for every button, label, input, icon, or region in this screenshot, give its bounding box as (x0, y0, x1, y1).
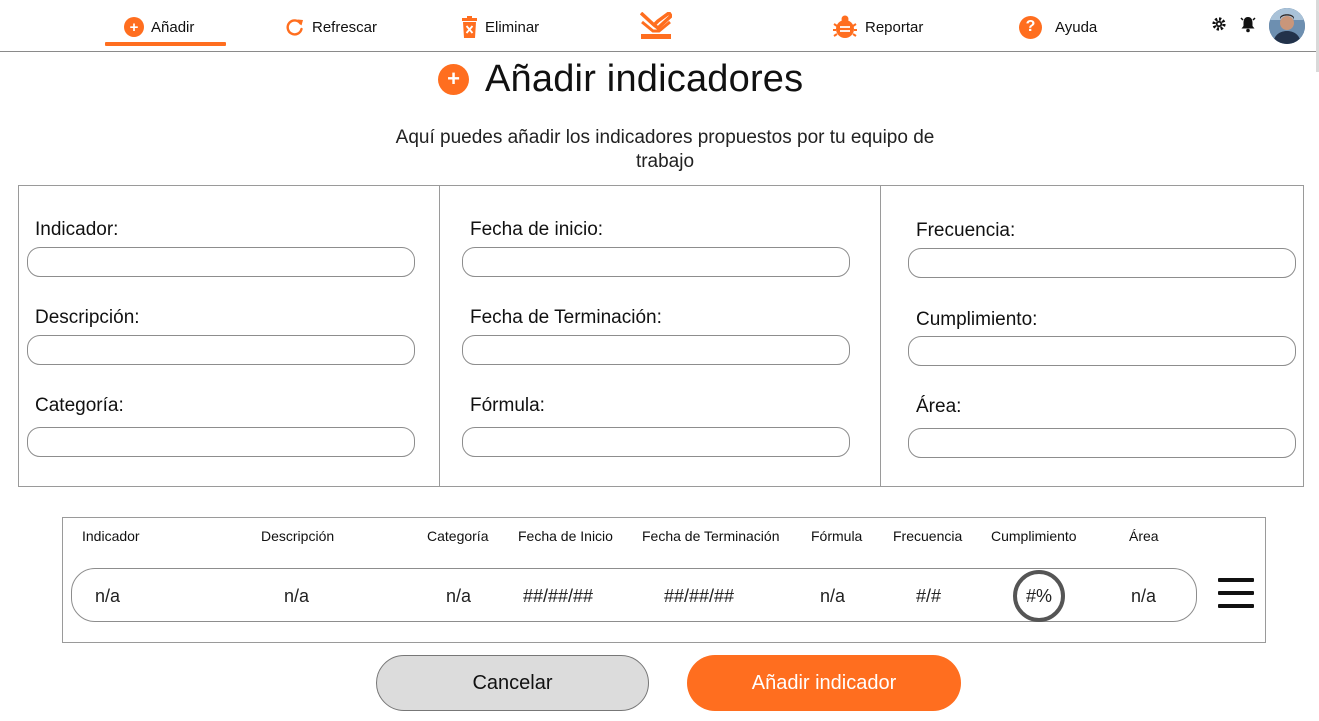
indicators-table: Indicador Descripción Categoría Fecha de… (62, 517, 1266, 643)
nav-refresh-label: Refrescar (312, 18, 378, 36)
table-cell: n/a (1131, 586, 1157, 606)
table-cell: ##/##/## (664, 586, 735, 606)
column-header: Fórmula (811, 528, 863, 544)
nav-delete-label: Eliminar (485, 18, 540, 36)
avatar[interactable] (1269, 8, 1305, 44)
fecha-terminacion-input[interactable] (462, 335, 850, 365)
descripcion-label: Descripción: (35, 307, 140, 328)
fecha-terminacion-label: Fecha de Terminación: (470, 307, 662, 328)
active-tab-indicator (105, 42, 226, 46)
table-cell: ##/##/## (523, 586, 594, 606)
column-divider (439, 186, 440, 486)
categoria-label: Categoría: (35, 395, 124, 416)
table-cell: n/a (95, 586, 121, 606)
nav-delete[interactable]: Eliminar (461, 14, 539, 40)
table-cell: n/a (820, 586, 846, 606)
table-cell: #% (1025, 585, 1052, 606)
table-cell: n/a (446, 586, 472, 606)
area-input[interactable] (908, 428, 1296, 458)
cancel-button[interactable]: Cancelar (376, 655, 649, 711)
logo-icon[interactable] (639, 11, 673, 40)
page-title: Añadir indicadores (485, 57, 804, 100)
column-header: Frecuencia (893, 528, 963, 544)
column-header: Categoría (427, 528, 489, 544)
nav-report-label: Reportar (865, 18, 924, 36)
nav-help[interactable]: ? Ayuda (1019, 14, 1097, 40)
table-cell: #/# (916, 586, 942, 606)
column-header: Fecha de Inicio (518, 528, 613, 544)
nav-refresh[interactable]: Refrescar (285, 14, 377, 40)
top-navigation-bar: + Añadir Refrescar Eliminar Reportar ? A… (0, 0, 1319, 72)
cumplimiento-badge: #% (1013, 570, 1065, 622)
trash-icon (461, 16, 478, 38)
cumplimiento-input[interactable] (908, 336, 1296, 366)
menu-icon[interactable] (1218, 578, 1256, 610)
add-indicator-button[interactable]: Añadir indicador (687, 655, 961, 711)
gear-icon[interactable] (1211, 16, 1227, 37)
table-cell: n/a (284, 586, 310, 606)
nav-add[interactable]: + Añadir (124, 14, 194, 40)
frecuencia-label: Frecuencia: (916, 220, 1016, 241)
user-tools (1211, 8, 1305, 44)
descripcion-input[interactable] (27, 335, 415, 365)
nav-add-label: Añadir (151, 18, 195, 36)
add-icon: + (438, 63, 469, 95)
column-header: Cumplimiento (991, 528, 1077, 544)
indicador-input[interactable] (27, 247, 415, 277)
cumplimiento-label: Cumplimiento: (916, 309, 1038, 330)
nav-help-label: Ayuda (1055, 18, 1098, 36)
indicator-form: Indicador: Descripción: Categoría: Fecha… (18, 185, 1304, 487)
formula-label: Fórmula: (470, 395, 545, 416)
bell-icon[interactable] (1239, 15, 1257, 38)
categoria-input[interactable] (27, 427, 415, 457)
frecuencia-input[interactable] (908, 248, 1296, 278)
column-divider (880, 186, 881, 486)
fecha-inicio-input[interactable] (462, 247, 850, 277)
formula-input[interactable] (462, 427, 850, 457)
add-icon: + (124, 17, 144, 37)
page-header: + Añadir indicadores (438, 56, 803, 102)
column-header: Fecha de Terminación (642, 528, 780, 544)
nav-report[interactable]: Reportar (832, 14, 923, 40)
area-label: Área: (916, 396, 962, 417)
column-header: Descripción (261, 528, 335, 544)
column-header: Área (1129, 528, 1159, 544)
indicador-label: Indicador: (35, 219, 119, 240)
help-icon: ? (1019, 15, 1042, 39)
page-subtitle: Aquí puedes añadir los indicadores propu… (395, 127, 935, 172)
refresh-icon (285, 17, 305, 37)
fecha-inicio-label: Fecha de inicio: (470, 219, 604, 240)
bug-icon (832, 14, 858, 40)
column-header: Indicador (82, 528, 140, 544)
